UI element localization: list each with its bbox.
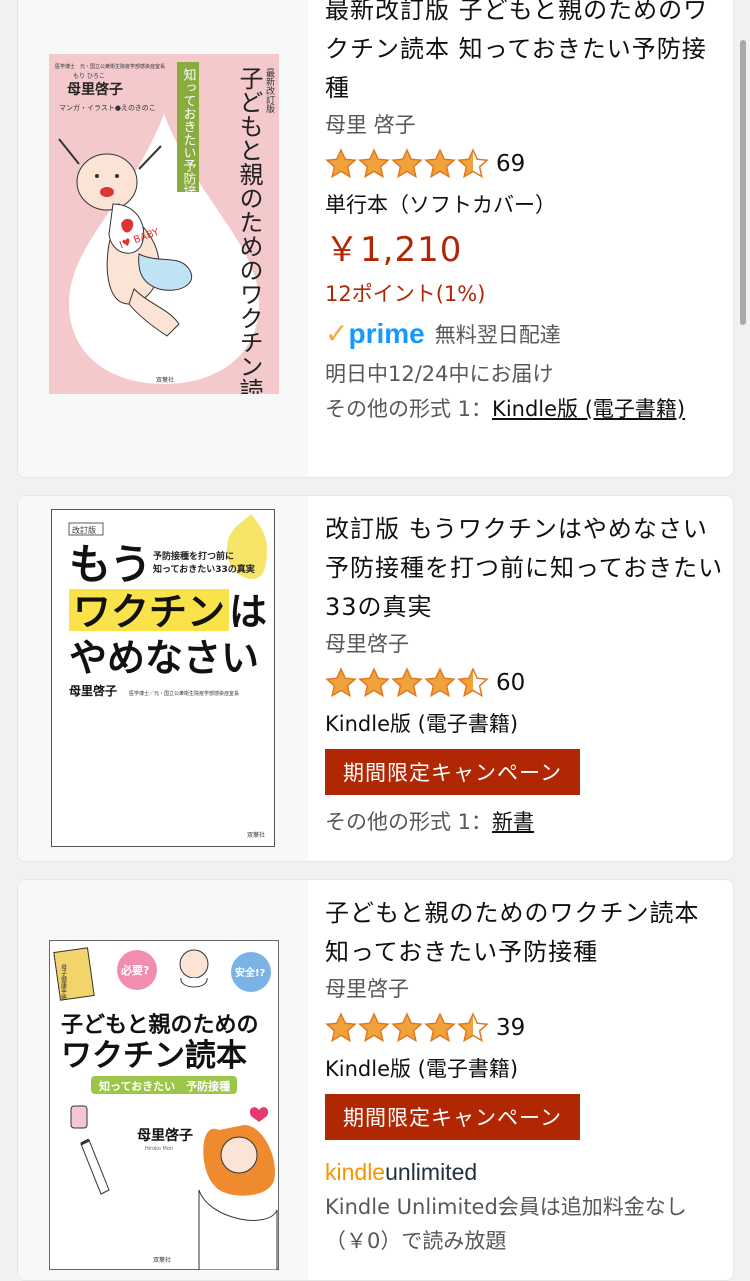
rating-count: 69 [496, 151, 526, 177]
star-full-icon [325, 148, 357, 179]
star-half-icon [457, 667, 489, 698]
ku-unlimited-word: unlimited [385, 1159, 478, 1185]
other-formats: その他の形式 1：新書 [325, 805, 725, 839]
result-card-2[interactable]: 改訂版 もう 予防接種を打つ前に 知っておきたい33の真実 ワクチン は やめな… [17, 495, 734, 862]
star-rating [325, 667, 490, 699]
cover-sub2: 知っておきたい33の真実 [152, 563, 255, 575]
kindle-unlimited-logo: kindleunlimited [325, 1154, 725, 1190]
prime-shipping-text: 無料翌日配達 [434, 323, 561, 347]
cover-ha: は [229, 590, 267, 634]
cover-illustrator: マンガ・イラスト●えのきのこ [59, 103, 156, 112]
other-format-link[interactable]: 新書 [492, 810, 534, 834]
prime-logo: ✓ prime [325, 320, 425, 348]
book-cover-1[interactable]: 最新改訂版 子どもと親のためのワクチン読本 知っておきたい予防接種 医学博士 元… [49, 54, 279, 394]
cover-author: 母里啓子 [137, 1127, 193, 1144]
rating-count: 39 [496, 1015, 526, 1041]
product-rating[interactable]: 69 [325, 142, 725, 186]
cover-q2: 安全!? [235, 966, 266, 979]
cover-subtitle: 知っておきたい予防接種 [181, 67, 197, 211]
book-cover-3[interactable]: 母子健康手帳 必要? 安全!? 子どもと親のための ワクチン読本 知っておきたい… [49, 940, 279, 1270]
prime-delivery: ✓ prime 無料翌日配達 [325, 312, 725, 356]
star-rating [325, 148, 490, 180]
baby-illustration [179, 949, 209, 988]
cover-edition: 最新改訂版 [264, 68, 275, 114]
star-full-icon [391, 667, 423, 698]
product-points: 12ポイント(1%) [325, 282, 486, 306]
star-full-icon [391, 148, 423, 179]
star-full-icon [358, 148, 390, 179]
other-formats-label: その他の形式 1： [325, 397, 493, 421]
other-formats-label: その他の形式 1： [325, 810, 493, 834]
cover-line1: もう [69, 540, 152, 589]
cover-title2: ワクチン読本 [61, 1038, 247, 1074]
cover-publisher: 双葉社 [156, 376, 174, 384]
rating-count: 60 [496, 670, 526, 696]
cover-author: 母里啓子 [67, 81, 123, 98]
product-author: 母里 啓子 [325, 113, 416, 137]
product-title[interactable]: 最新改訂版 子どもと親のためのワクチン読本 知っておきたい予防接種 [325, 0, 725, 108]
other-format-link[interactable]: Kindle版 (電子書籍) [492, 397, 685, 421]
product-format: Kindle版 (電子書籍) [325, 1057, 519, 1081]
result-card-3[interactable]: 母子健康手帳 必要? 安全!? 子どもと親のための ワクチン読本 知っておきたい… [17, 879, 734, 1281]
product-format: Kindle版 (電子書籍) [325, 712, 519, 736]
cover-booklet: 母子健康手帳 [60, 964, 67, 1001]
star-full-icon [358, 667, 390, 698]
star-half-icon [457, 1012, 489, 1043]
cover-highlight: ワクチン [73, 590, 225, 634]
delivery-date: 明日中12/24中にお届け [325, 362, 554, 386]
product-title[interactable]: 子どもと親のためのワクチン読本 知っておきたい予防接種 [325, 894, 725, 972]
prime-check-icon: ✓ [325, 317, 349, 350]
star-full-icon [424, 1012, 456, 1043]
star-full-icon [391, 1012, 423, 1043]
booklet-illustration: 母子健康手帳 [53, 947, 95, 1001]
star-full-icon [424, 667, 456, 698]
star-full-icon [424, 148, 456, 179]
star-full-icon [325, 1012, 357, 1043]
deal-badge: 期間限定キャンペーン [325, 749, 580, 795]
cover-author-note: 医学博士／元・国立公衆衛生院疫学部感染症室長 [129, 690, 239, 697]
cover-publisher: 双葉社 [247, 831, 265, 839]
product-format: 単行本（ソフトカバー） [325, 193, 556, 217]
cover-author-note: 医学博士 元・国立公衆衛生院疫学部感染症室長 [55, 63, 165, 70]
cover-title1: 子どもと親のための [61, 1013, 259, 1038]
product-rating[interactable]: 39 [325, 1006, 725, 1050]
cover-author: 母里啓子 [69, 683, 117, 698]
cover-author-ruby: もり ひろこ [73, 73, 105, 80]
result-card-1[interactable]: 最新改訂版 子どもと親のためのワクチン読本 知っておきたい予防接種 医学博士 元… [17, 0, 734, 478]
product-author: 母里啓子 [325, 632, 409, 656]
cover-line3: やめなさい [69, 636, 259, 680]
cover-q1: 必要? [120, 963, 149, 977]
star-full-icon [325, 667, 357, 698]
product-price: ￥1,210 [325, 230, 463, 270]
cover-publisher: 双葉社 [153, 1256, 171, 1264]
prime-word: prime [348, 318, 425, 349]
ku-kindle-word: kindle [325, 1159, 386, 1185]
cover-author-roman: Hiroko Mori [145, 1146, 173, 1152]
cover-sub1: 予防接種を打つ前に [153, 550, 234, 562]
star-rating [325, 1012, 490, 1044]
star-half-icon [457, 148, 489, 179]
cover-edition: 改訂版 [72, 525, 96, 535]
scrollbar[interactable] [740, 40, 746, 325]
book-cover-2[interactable]: 改訂版 もう 予防接種を打つ前に 知っておきたい33の真実 ワクチン は やめな… [51, 509, 275, 847]
star-full-icon [358, 1012, 390, 1043]
product-rating[interactable]: 60 [325, 661, 725, 705]
product-author: 母里啓子 [325, 977, 409, 1001]
cover-subtitle: 知っておきたい 予防接種 [98, 1079, 230, 1093]
product-title[interactable]: 改訂版 もうワクチンはやめなさい 予防接種を打つ前に知っておきたい33の真実 [325, 510, 732, 627]
deal-badge: 期間限定キャンペーン [325, 1094, 580, 1140]
other-formats: その他の形式 1：Kindle版 (電子書籍) [325, 392, 725, 426]
kindle-unlimited-note: Kindle Unlimited会員は追加料金なし（￥0）で読み放題 [325, 1195, 687, 1253]
cover-title: 子どもと親のためのワクチン読本 [235, 66, 263, 394]
